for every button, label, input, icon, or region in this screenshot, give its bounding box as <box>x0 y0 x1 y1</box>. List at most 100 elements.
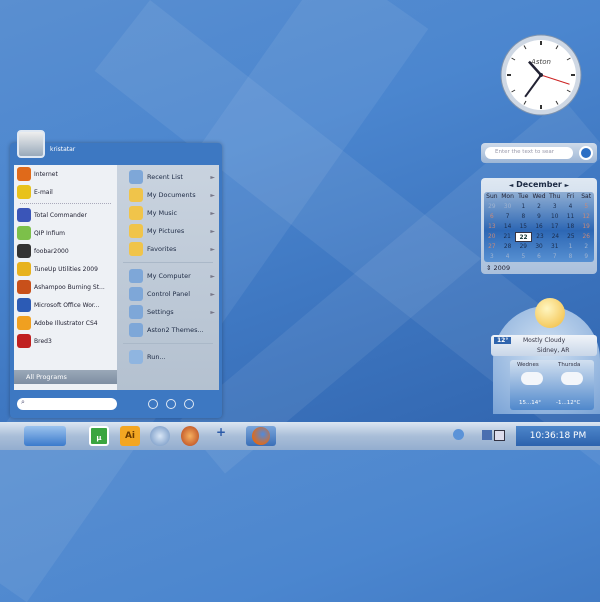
program-item[interactable]: Microsoft Office Wor... <box>14 296 117 314</box>
all-programs-button[interactable]: All Programs <box>14 370 117 384</box>
calendar-day[interactable]: 15 <box>515 222 531 232</box>
place-item[interactable]: My Music ► <box>117 204 219 222</box>
calendar-week: 27 28 29 30 31 1 2 <box>484 242 594 252</box>
calendar-day[interactable]: 7 <box>547 252 563 262</box>
calendar-day[interactable]: 29 <box>515 242 531 252</box>
switch-user-button[interactable] <box>184 399 194 409</box>
calendar-day[interactable]: 23 <box>532 232 547 242</box>
program-item[interactable]: Bred3 <box>14 332 117 350</box>
folder-icon <box>129 224 143 238</box>
calendar-day[interactable]: 25 <box>563 232 578 242</box>
search-go-button[interactable] <box>579 146 593 160</box>
lock-button[interactable] <box>166 399 176 409</box>
taskbar-clock[interactable]: 10:36:18 PM <box>516 426 600 446</box>
year-spinner[interactable]: ⇕ <box>486 264 491 272</box>
control-panel-icon <box>129 287 143 301</box>
next-month-button[interactable]: ► <box>565 182 570 189</box>
calendar-day[interactable]: 21 <box>499 232 514 242</box>
place-item[interactable]: My Documents ► <box>117 186 219 204</box>
calendar-day[interactable]: 7 <box>500 212 516 222</box>
utorrent-button[interactable]: µ <box>89 426 109 446</box>
place-label: My Music <box>147 209 178 217</box>
power-button[interactable] <box>148 399 158 409</box>
place-label: Aston2 Themes... <box>147 326 204 334</box>
folder-icon <box>129 188 143 202</box>
settings-icon <box>129 305 143 319</box>
weekday: Sat <box>581 193 592 200</box>
calendar-day[interactable]: 11 <box>563 212 579 222</box>
themes-icon <box>129 323 143 337</box>
calendar-day[interactable]: 9 <box>578 252 594 262</box>
program-label: TuneUp Utilities 2009 <box>34 265 98 273</box>
program-item[interactable]: Total Commander <box>14 206 117 224</box>
calendar-day[interactable]: 17 <box>547 222 563 232</box>
calendar-day[interactable]: 8 <box>515 212 531 222</box>
calendar-week: 6 7 8 9 10 11 12 <box>484 212 594 222</box>
firefox-task-button[interactable] <box>246 426 276 446</box>
calendar-day[interactable]: 19 <box>578 222 594 232</box>
start-button[interactable] <box>24 426 66 446</box>
calendar-day[interactable]: 6 <box>531 252 547 262</box>
burning-studio-icon[interactable] <box>181 426 199 446</box>
calendar-day[interactable]: 16 <box>531 222 547 232</box>
place-item[interactable]: Settings ► <box>117 303 219 321</box>
program-item[interactable]: Ashampoo Burning St... <box>14 278 117 296</box>
calendar-day[interactable]: 3 <box>547 202 563 212</box>
calendar-day[interactable]: 18 <box>563 222 579 232</box>
widget-search-input[interactable]: Enter the text to sear <box>485 147 573 159</box>
calendar-day[interactable]: 30 <box>531 242 547 252</box>
calendar-day[interactable]: 13 <box>484 222 500 232</box>
calendar-day[interactable]: 22 <box>514 232 533 242</box>
calendar-day[interactable]: 5 <box>578 202 594 212</box>
run-item[interactable]: Run... <box>117 348 219 366</box>
calendar-day[interactable]: 28 <box>500 242 516 252</box>
place-item[interactable]: My Pictures ► <box>117 222 219 240</box>
safari-icon[interactable] <box>150 426 170 446</box>
tray-calendar-icon[interactable] <box>494 430 505 441</box>
program-item[interactable]: foobar2000 <box>14 242 117 260</box>
calendar-day[interactable]: 6 <box>484 212 500 222</box>
calendar-day[interactable]: 1 <box>563 242 579 252</box>
calendar-day[interactable]: 5 <box>515 252 531 262</box>
program-item[interactable]: Internet <box>14 165 117 183</box>
calendar-day[interactable]: 14 <box>500 222 516 232</box>
start-search-input[interactable]: ⌕ <box>17 398 117 410</box>
calendar-day[interactable]: 12 <box>578 212 594 222</box>
calendar-day[interactable]: 27 <box>484 242 500 252</box>
program-item[interactable]: Adobe Illustrator CS4 <box>14 314 117 332</box>
calendar-day[interactable]: 20 <box>484 232 499 242</box>
calendar-day[interactable]: 26 <box>579 232 594 242</box>
calendar-day[interactable]: 24 <box>548 232 563 242</box>
program-label: foobar2000 <box>34 247 69 255</box>
prev-month-button[interactable]: ◄ <box>509 182 514 189</box>
chevron-right-icon: ► <box>210 173 215 181</box>
calendar-day[interactable]: 9 <box>531 212 547 222</box>
calendar-day[interactable]: 4 <box>563 202 579 212</box>
rain-cloud-icon <box>521 372 543 385</box>
place-item[interactable]: Aston2 Themes... <box>117 321 219 339</box>
program-item[interactable]: QIP Infium <box>14 224 117 242</box>
calendar-day[interactable]: 1 <box>515 202 531 212</box>
calendar-week: 29 30 1 2 3 4 5 <box>484 202 594 212</box>
calendar-day[interactable]: 2 <box>531 202 547 212</box>
tray-network-icon[interactable] <box>453 429 464 440</box>
program-item[interactable]: TuneUp Utilities 2009 <box>14 260 117 278</box>
calendar-day[interactable]: 2 <box>578 242 594 252</box>
calendar-day[interactable]: 31 <box>547 242 563 252</box>
place-item[interactable]: My Computer ► <box>117 267 219 285</box>
place-item[interactable]: Control Panel ► <box>117 285 219 303</box>
calendar-day[interactable]: 8 <box>563 252 579 262</box>
illustrator-button[interactable]: Ai <box>120 426 140 446</box>
calendar-day[interactable]: 4 <box>500 252 516 262</box>
place-item[interactable]: Recent List ► <box>117 168 219 186</box>
calendar-day[interactable]: 29 <box>484 202 500 212</box>
place-item[interactable]: Favorites ► <box>117 240 219 258</box>
calendar-day[interactable]: 30 <box>500 202 516 212</box>
tray-icon[interactable] <box>482 430 492 440</box>
program-item[interactable]: E-mail <box>14 183 117 201</box>
rain-cloud-icon <box>561 372 583 385</box>
calendar-day[interactable]: 3 <box>484 252 500 262</box>
calendar-day[interactable]: 10 <box>547 212 563 222</box>
user-avatar[interactable] <box>17 130 45 158</box>
add-quicklaunch-button[interactable]: + <box>216 425 226 439</box>
